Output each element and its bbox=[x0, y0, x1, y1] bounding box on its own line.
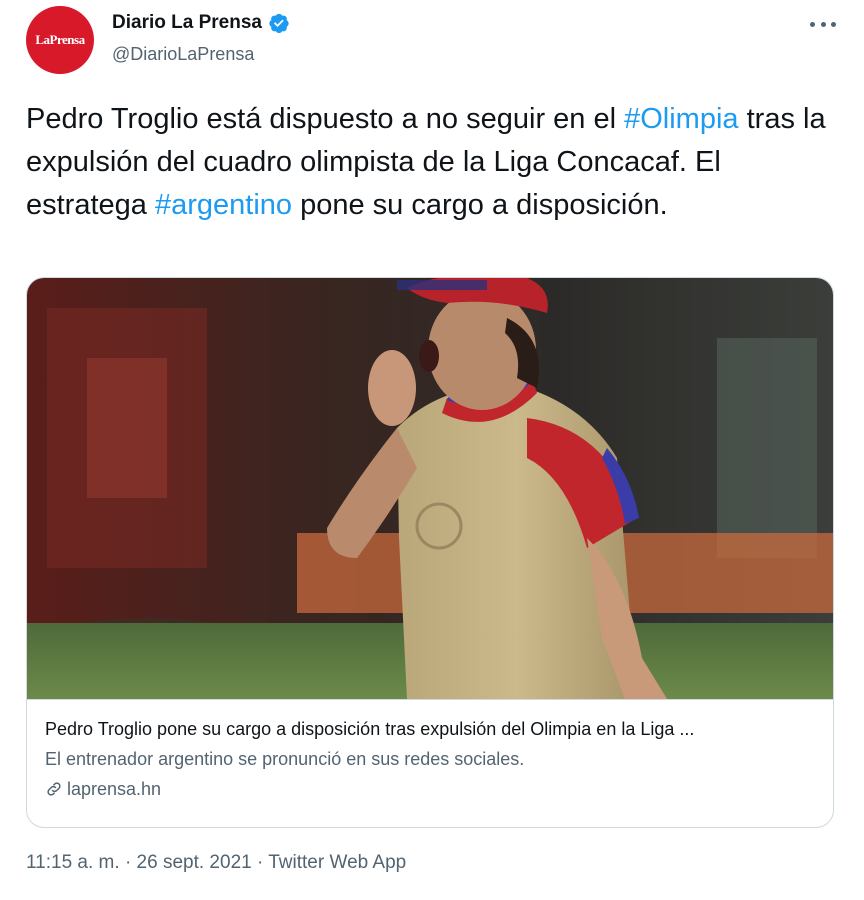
avatar-logo-text: LaPrensa bbox=[35, 32, 85, 47]
tweet-date-link[interactable]: 26 sept. 2021 bbox=[137, 852, 252, 873]
link-icon bbox=[47, 782, 61, 796]
meta-separator: · bbox=[256, 852, 264, 873]
tweet-text-part: Pedro Troglio está dispuesto a no seguir… bbox=[26, 103, 625, 135]
card-domain: laprensa.hn bbox=[67, 779, 162, 799]
hashtag-olimpia-link[interactable]: #Olimpia bbox=[624, 103, 738, 135]
card-info[interactable]: Pedro Troglio pone su cargo a disposició… bbox=[27, 699, 833, 827]
tweet-meta: 11:15 a. m. · 26 sept. 2021 · Twitter We… bbox=[26, 852, 406, 874]
verified-badge-icon bbox=[269, 13, 289, 34]
card-title: Pedro Troglio pone su cargo a disposició… bbox=[45, 719, 695, 739]
avatar[interactable]: LaPrensa bbox=[26, 6, 94, 74]
tweet: LaPrensa Diario La Prensa @DiarioLaPrens… bbox=[0, 0, 864, 900]
tweet-text-part: pone su cargo a disposición. bbox=[292, 189, 668, 221]
card-description: El entrenador argentino se pronunció en … bbox=[45, 749, 525, 769]
meta-separator: · bbox=[124, 852, 132, 873]
card-domain-row: laprensa.hn bbox=[45, 776, 817, 802]
author-name-row: Diario La Prensa bbox=[112, 12, 290, 34]
card-image[interactable] bbox=[27, 278, 834, 699]
hashtag-argentino-link[interactable]: #argentino bbox=[155, 189, 292, 221]
tweet-source-link[interactable]: Twitter Web App bbox=[268, 852, 406, 873]
author-display-name[interactable]: Diario La Prensa bbox=[112, 12, 262, 34]
author-handle[interactable]: @DiarioLaPrensa bbox=[112, 44, 254, 65]
tweet-time-link[interactable]: 11:15 a. m. bbox=[26, 852, 120, 873]
tweet-text: Pedro Troglio está dispuesto a no seguir… bbox=[26, 98, 842, 227]
more-options-icon[interactable] bbox=[810, 12, 836, 36]
link-preview-card[interactable]: Pedro Troglio pone su cargo a disposició… bbox=[26, 277, 834, 828]
